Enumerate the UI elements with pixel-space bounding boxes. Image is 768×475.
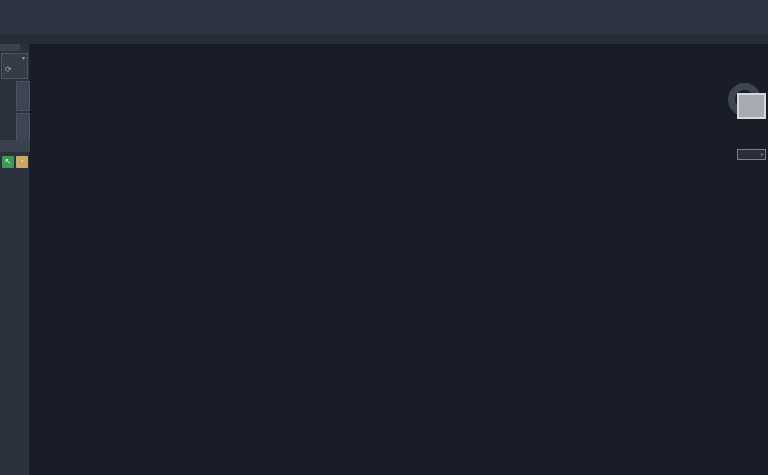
refresh-icon[interactable]: ⟳	[5, 65, 12, 74]
model-space[interactable]	[30, 44, 768, 475]
palette-strip	[0, 44, 20, 51]
autocad-window: ▾ ⟳ ↖ ◦ ▾	[0, 0, 768, 475]
wcs-menu[interactable]: ▾	[737, 149, 766, 160]
tab-sheet-list[interactable]	[16, 81, 30, 111]
new-sheet-icon[interactable]: ◦	[16, 156, 28, 168]
drawing-canvas[interactable]	[30, 44, 768, 475]
sheet-set-palette: ▾ ⟳ ↖ ◦	[0, 44, 30, 475]
ribbon-edge	[0, 35, 768, 44]
sheet-selector[interactable]: ▾ ⟳	[1, 53, 28, 79]
palette-header	[0, 140, 30, 152]
cursor-select-icon[interactable]: ↖	[2, 156, 14, 168]
ribbon	[0, 0, 768, 35]
chevron-down-icon[interactable]: ▾	[22, 55, 25, 62]
tab-sheet-views[interactable]	[16, 113, 30, 143]
viewcube-top-face[interactable]	[737, 93, 766, 119]
